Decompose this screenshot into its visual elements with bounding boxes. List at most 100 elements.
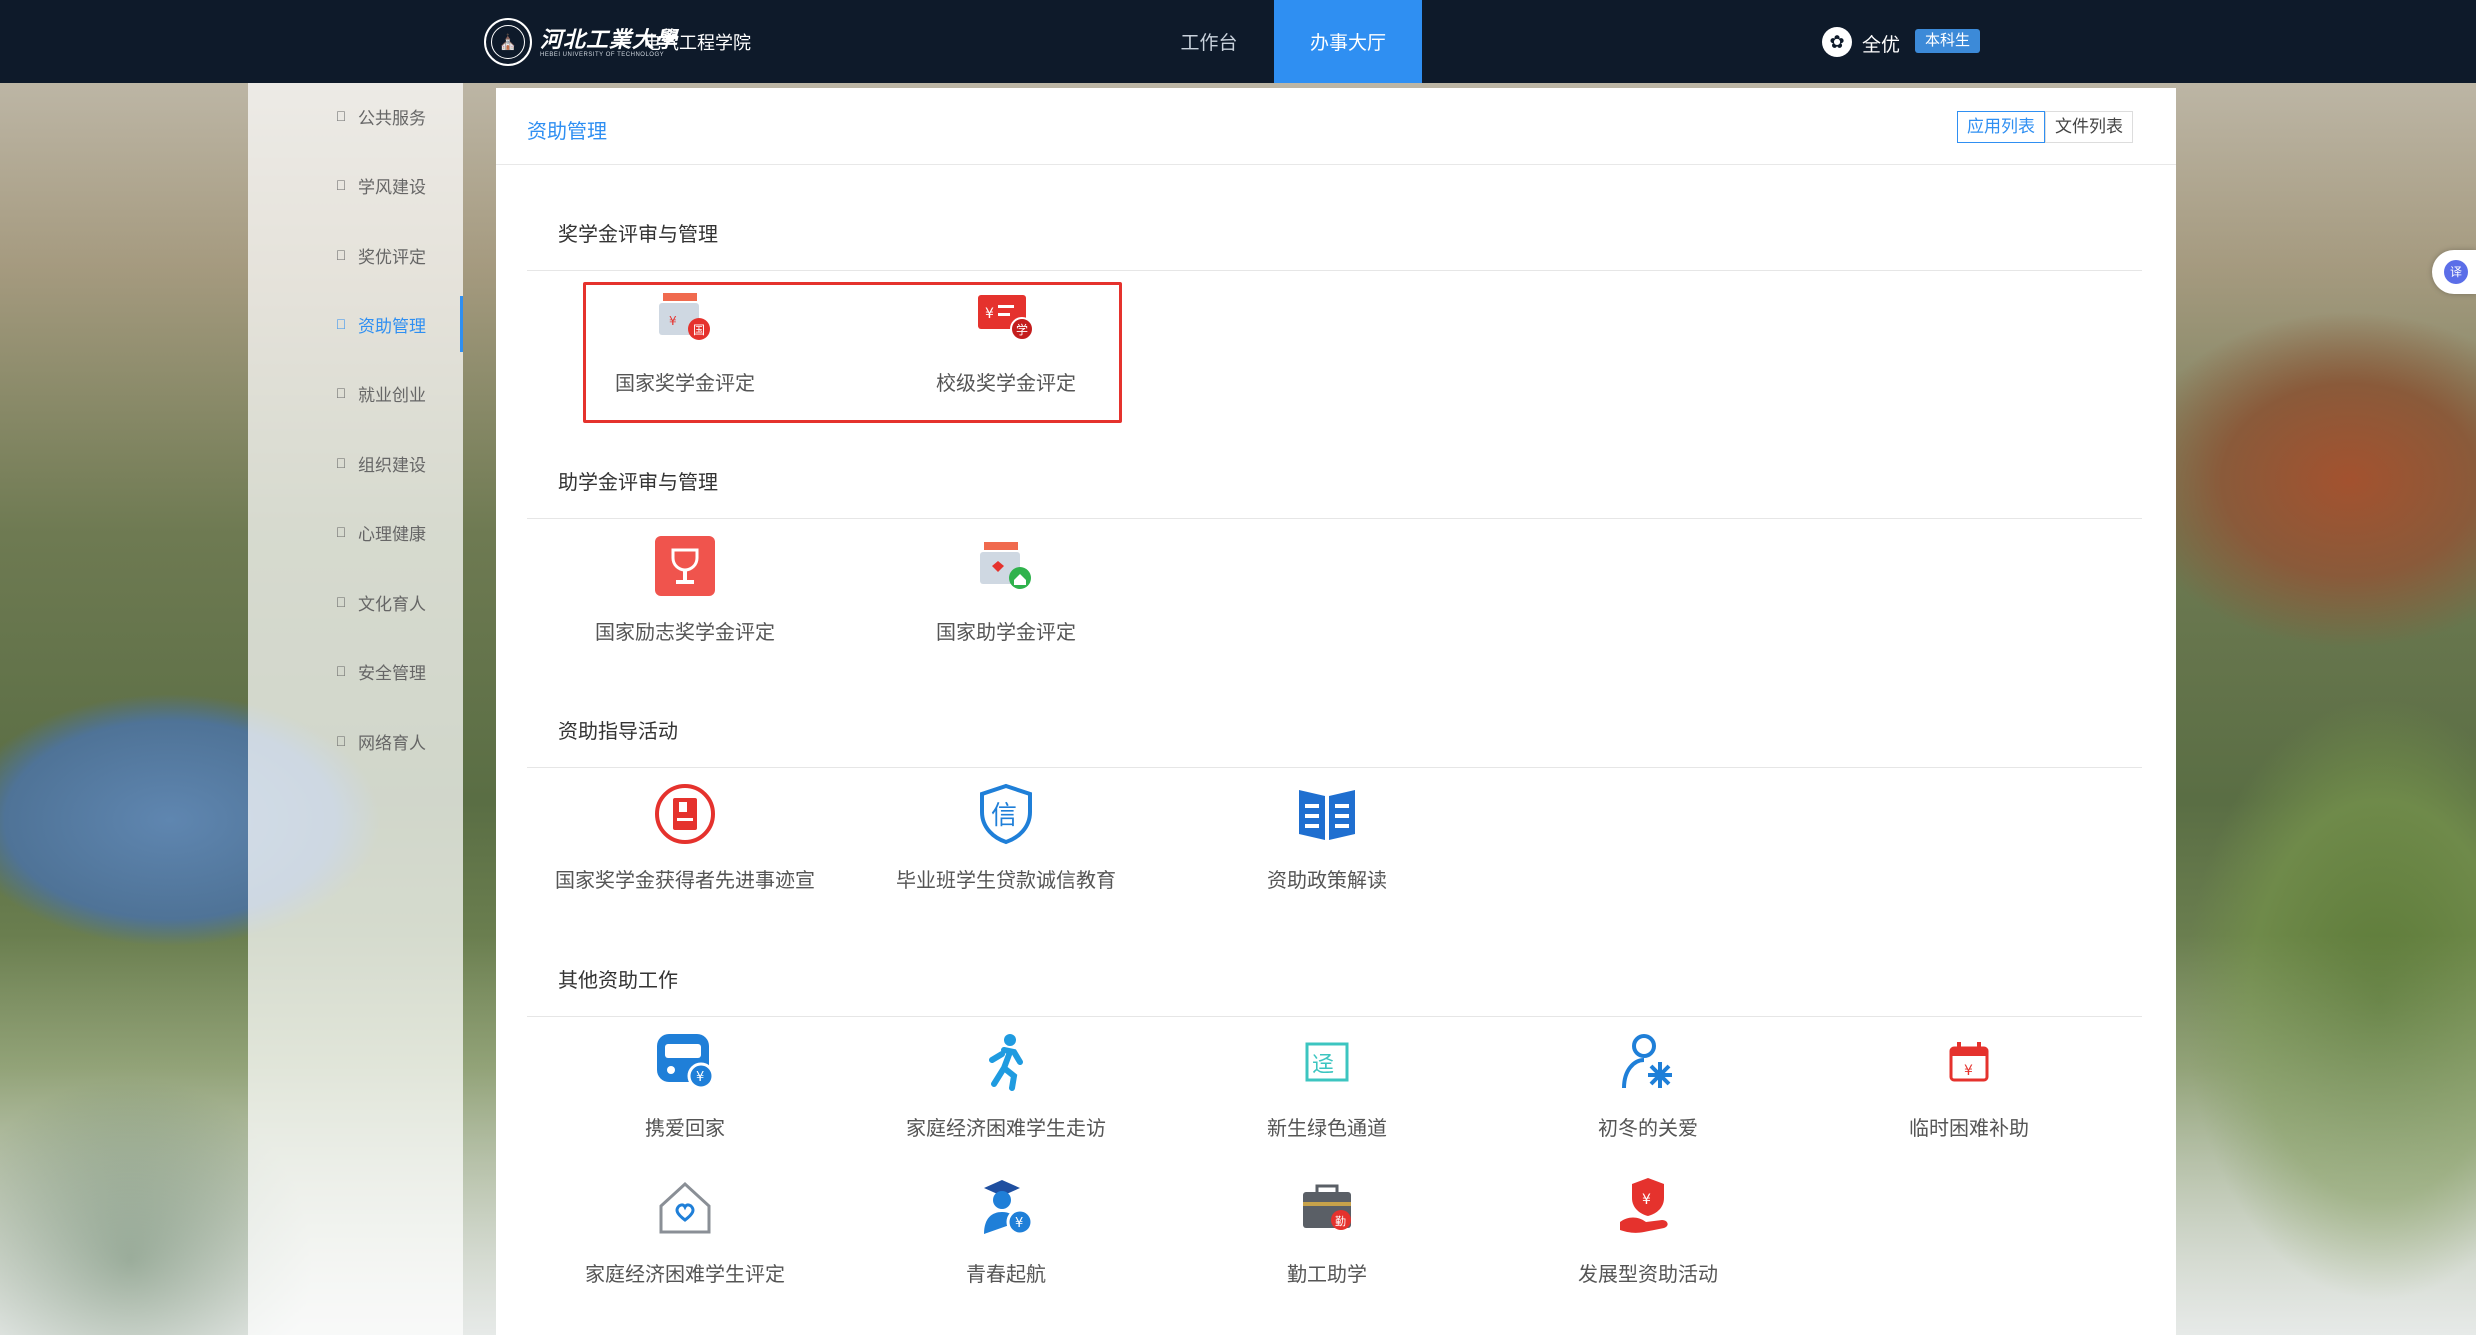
sidebar-item-label: 网络育人 <box>358 733 426 753</box>
apple-icon:  <box>332 247 350 263</box>
apple-icon:  <box>332 524 350 540</box>
app-tile-label: 家庭经济困难学生评定 <box>585 1264 785 1286</box>
snowflake-person-icon <box>1622 1034 1672 1089</box>
section-title: 助学金评审与管理 <box>558 472 718 494</box>
app-tile[interactable]: 国家奖学金获得者先进事迹宣 <box>535 782 835 900</box>
sidebar-item-mental-health[interactable]:  心理健康 <box>248 512 463 552</box>
page-title: 资助管理 <box>527 121 607 143</box>
translate-icon: 译 <box>2444 260 2468 284</box>
main-panel: 资助管理 应用列表 文件列表 奖学金评审与管理 ¥ 国 国家奖学金评定 ¥ 学 … <box>496 88 2176 1335</box>
sidebar-item-label: 学风建设 <box>358 177 426 197</box>
svg-text:¥: ¥ <box>1015 1216 1023 1231</box>
app-tile[interactable]: 迳 新生绿色通道 <box>1177 1030 1477 1148</box>
sidebar-item-label: 就业创业 <box>358 385 426 405</box>
grant-envelope-icon <box>980 542 1031 589</box>
college-name: 电气工程学院 <box>643 33 751 53</box>
sidebar-item-financial-aid[interactable]:  资助管理 <box>248 296 463 352</box>
highlight-box <box>583 282 1122 423</box>
app-tile[interactable]: 家庭经济困难学生走访 <box>856 1030 1156 1148</box>
trophy-icon <box>655 536 715 596</box>
apple-icon:  <box>332 594 350 610</box>
app-tile-label: 国家奖学金获得者先进事迹宣 <box>555 870 815 892</box>
app-tile[interactable]: 国家助学金评定 <box>856 534 1156 652</box>
top-navbar: ⛪ 河北工業大學 HEBEI UNIVERSITY OF TECHNOLOGY … <box>0 0 2476 83</box>
green-channel-icon: 迳 <box>1305 1042 1349 1082</box>
graduate-yuan-icon: ¥ <box>984 1180 1034 1236</box>
user-name[interactable]: 全优 <box>1862 30 1900 57</box>
app-tile[interactable]: ¥ 发展型资助活动 <box>1498 1176 1798 1294</box>
divider <box>527 270 2142 271</box>
app-tile[interactable]: 资助政策解读 <box>1177 782 1477 900</box>
apple-icon:  <box>332 663 350 679</box>
apple-icon:  <box>332 733 350 749</box>
sidebar-item-label: 公共服务 <box>358 108 426 128</box>
svg-text:¥: ¥ <box>1964 1063 1973 1079</box>
svg-text:¥: ¥ <box>1642 1192 1651 1208</box>
university-logo-icon[interactable]: ⛪ <box>484 18 532 66</box>
sidebar-item-public-service[interactable]:  公共服务 <box>248 96 463 136</box>
app-tile[interactable]: ¥ 携爱回家 <box>535 1030 835 1148</box>
divider <box>527 518 2142 519</box>
sidebar-item-label: 文化育人 <box>358 594 426 614</box>
sidebar-item-label: 安全管理 <box>358 663 426 683</box>
apple-icon:  <box>332 177 350 193</box>
app-tile[interactable]: 信 毕业班学生贷款诚信教育 <box>856 782 1156 900</box>
divider <box>496 164 2176 165</box>
app-tile-label: 临时困难补助 <box>1909 1118 2029 1140</box>
app-tile-label: 携爱回家 <box>645 1118 725 1140</box>
app-tile[interactable]: ¥ 青春起航 <box>856 1176 1156 1294</box>
briefcase-icon: 勤 <box>1303 1184 1351 1230</box>
open-book-icon <box>1299 790 1355 840</box>
file-list-toggle[interactable]: 文件列表 <box>2045 111 2133 143</box>
app-tile-label: 国家助学金评定 <box>936 622 1076 644</box>
app-tile-label: 发展型资助活动 <box>1578 1264 1718 1286</box>
sidebar-item-label: 奖优评定 <box>358 247 426 267</box>
sidebar-item-study-style[interactable]:  学风建设 <box>248 165 463 205</box>
divider <box>527 767 2142 768</box>
train-icon: ¥ <box>657 1034 715 1090</box>
nav-workbench[interactable]: 工作台 <box>1135 0 1283 83</box>
sidebar-item-awards[interactable]:  奖优评定 <box>248 235 463 275</box>
shield-trust-icon: 信 <box>980 783 1032 845</box>
app-tile[interactable]: 家庭经济困难学生评定 <box>535 1176 835 1294</box>
section-title: 资助指导活动 <box>558 721 678 743</box>
sidebar-item-employment[interactable]:  就业创业 <box>248 373 463 413</box>
user-avatar-icon[interactable]: ✿ <box>1822 27 1852 57</box>
app-tile-label: 资助政策解读 <box>1267 870 1387 892</box>
nav-service-hall[interactable]: 办事大厅 <box>1274 0 1422 83</box>
app-tile[interactable]: 初冬的关爱 <box>1498 1030 1798 1148</box>
sidebar-item-label: 资助管理 <box>358 316 426 336</box>
app-tile-label: 青春起航 <box>966 1264 1046 1286</box>
sidebar-item-label: 组织建设 <box>358 455 426 475</box>
user-role-badge: 本科生 <box>1915 29 1981 53</box>
house-heart-icon <box>659 1181 711 1234</box>
app-tile[interactable]: 国家励志奖学金评定 <box>535 534 835 652</box>
app-tile-label: 勤工助学 <box>1287 1264 1367 1286</box>
apple-icon:  <box>332 108 350 124</box>
apple-icon:  <box>332 316 350 332</box>
sidebar-item-online-education[interactable]:  网络育人 <box>248 721 463 761</box>
hand-shield-yuan-icon: ¥ <box>1620 1178 1668 1233</box>
sidebar-item-culture[interactable]:  文化育人 <box>248 582 463 622</box>
sidebar-item-label: 心理健康 <box>358 524 426 544</box>
view-toggle: 应用列表 文件列表 <box>1957 111 2133 143</box>
section-title: 奖学金评审与管理 <box>558 224 718 246</box>
sidebar-item-organization[interactable]:  组织建设 <box>248 443 463 483</box>
floating-translate-tab[interactable]: 译 <box>2432 250 2476 294</box>
app-tile-label: 家庭经济困难学生走访 <box>906 1118 1106 1140</box>
svg-text:迳: 迳 <box>1312 1053 1334 1078</box>
divider <box>527 1016 2142 1017</box>
apple-icon:  <box>332 385 350 401</box>
app-list-toggle[interactable]: 应用列表 <box>1957 111 2045 143</box>
app-tile[interactable]: 勤 勤工助学 <box>1177 1176 1477 1294</box>
app-tile-label: 初冬的关爱 <box>1598 1118 1698 1140</box>
app-tile-label: 毕业班学生贷款诚信教育 <box>896 870 1116 892</box>
section-title: 其他资助工作 <box>558 970 678 992</box>
sidebar-item-safety[interactable]:  安全管理 <box>248 651 463 691</box>
app-tile[interactable]: ¥ 临时困难补助 <box>1819 1030 2119 1148</box>
svg-text:勤: 勤 <box>1335 1215 1346 1228</box>
app-tile-label: 新生绿色通道 <box>1267 1118 1387 1140</box>
sidebar:  公共服务  学风建设  奖优评定  资助管理  就业创业  组织建设  心理健… <box>248 83 463 1335</box>
svg-text:¥: ¥ <box>696 1070 704 1085</box>
apple-icon:  <box>332 455 350 471</box>
